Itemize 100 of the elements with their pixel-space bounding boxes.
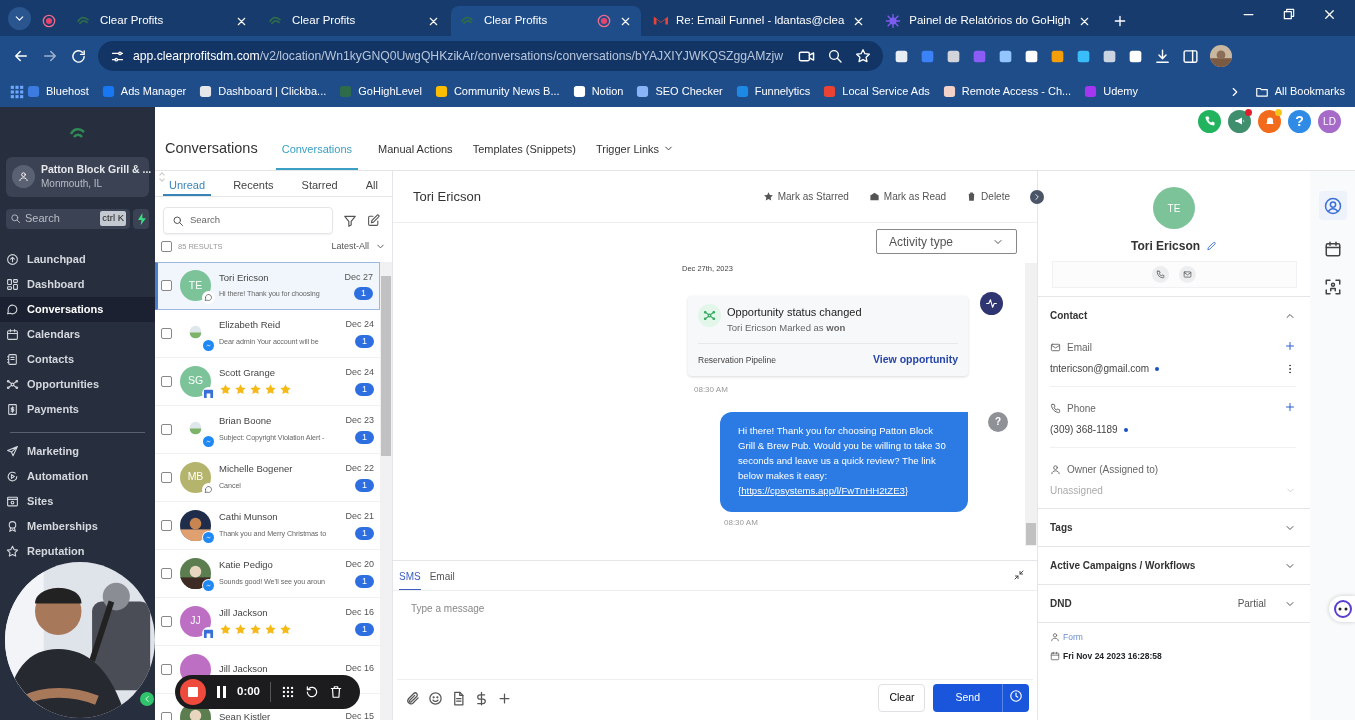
- filter-tab[interactable]: Recents: [227, 171, 280, 196]
- extension-icon[interactable]: [1024, 48, 1039, 64]
- nav-item[interactable]: Sites: [0, 488, 155, 514]
- dollar-icon[interactable]: [474, 690, 489, 706]
- header-tab[interactable]: Trigger Links: [595, 140, 675, 170]
- compose-icon[interactable]: [367, 214, 380, 227]
- calendar-icon[interactable]: [1323, 239, 1342, 258]
- browser-tab[interactable]: Clear Profits: [451, 6, 641, 36]
- bookmark-link[interactable]: Notion: [572, 83, 624, 100]
- email-button[interactable]: [1179, 266, 1196, 283]
- trash-icon[interactable]: [329, 685, 344, 699]
- section-header[interactable]: Active Campaigns / Workflows: [1050, 547, 1296, 584]
- bookmark-link[interactable]: GoHighLevel: [339, 83, 422, 100]
- chat-widget-button[interactable]: [1329, 596, 1355, 622]
- people-icon[interactable]: [1323, 277, 1342, 296]
- nav-item[interactable]: Memberships: [0, 513, 155, 539]
- action-link[interactable]: Mark as Starred: [762, 189, 849, 204]
- download-icon[interactable]: [1154, 47, 1171, 65]
- browser-tab[interactable]: Clear Profits: [67, 6, 257, 36]
- nav-item[interactable]: Contacts: [0, 346, 155, 372]
- address-bar[interactable]: app.clearprofitsdm.com/v2/location/Wn1kyGNQ0UwgQHKzikAr/conversations/conversations/bYAJXIYJWKQSZggAMzjw: [98, 41, 883, 71]
- filter-tab[interactable]: Starred: [295, 171, 344, 196]
- row-checkbox[interactable]: [161, 471, 172, 483]
- edit-icon[interactable]: [1206, 240, 1218, 252]
- nav-item[interactable]: Automation: [0, 463, 155, 489]
- restore-icon[interactable]: [1282, 6, 1296, 21]
- bookmark-link[interactable]: Remote Access - Ch...: [942, 83, 1072, 100]
- action-link[interactable]: Mark as Read: [868, 189, 947, 204]
- restart-icon[interactable]: [305, 685, 320, 699]
- bookmark-link[interactable]: SEO Checker: [636, 83, 723, 100]
- quick-action-button[interactable]: [133, 208, 149, 229]
- row-checkbox[interactable]: [161, 567, 172, 579]
- zoom-icon[interactable]: [827, 47, 843, 64]
- schedule-button[interactable]: [1002, 684, 1029, 712]
- bookmark-link[interactable]: Local Service Ads: [823, 83, 930, 100]
- search-field[interactable]: Search: [163, 207, 333, 234]
- extension-icon[interactable]: [1102, 48, 1117, 64]
- extension-icon[interactable]: [1050, 48, 1065, 64]
- scrollbar[interactable]: [380, 261, 392, 720]
- pause-icon[interactable]: [216, 686, 227, 698]
- clear-button[interactable]: Clear: [878, 684, 926, 712]
- extension-icon[interactable]: [894, 48, 909, 64]
- nav-item[interactable]: Marketing: [0, 438, 155, 464]
- tab-search-button[interactable]: [8, 6, 31, 30]
- extension-icon[interactable]: [1076, 48, 1091, 64]
- composer-tab[interactable]: Email: [429, 569, 455, 590]
- row-checkbox[interactable]: [161, 615, 172, 627]
- plus-icon[interactable]: [497, 690, 512, 706]
- stop-button[interactable]: [180, 679, 206, 705]
- emoji-icon[interactable]: [428, 690, 443, 706]
- nav-item[interactable]: Calendars: [0, 321, 155, 347]
- nav-item[interactable]: Conversations: [0, 296, 155, 322]
- user-avatar[interactable]: LD: [1318, 109, 1341, 133]
- document-icon[interactable]: [451, 690, 466, 706]
- row-checkbox[interactable]: [161, 375, 172, 387]
- bookmark-link[interactable]: Dashboard | Clickba...: [199, 83, 327, 100]
- bookmark-link[interactable]: Udemy: [1084, 83, 1139, 100]
- browser-tab[interactable]: Re: Email Funnel - ldantas@clea: [643, 6, 875, 36]
- nav-item[interactable]: Launchpad: [0, 246, 155, 272]
- section-header[interactable]: DND Partial: [1050, 585, 1296, 622]
- bookmark-link[interactable]: Community News B...: [434, 83, 560, 100]
- search-field[interactable]: Search ctrl K: [6, 208, 130, 229]
- scrollbar[interactable]: [1025, 263, 1037, 546]
- reload-icon[interactable]: [70, 47, 87, 65]
- bookmark-link[interactable]: All Bookmarks: [1254, 83, 1345, 100]
- bookmark-link[interactable]: Bluehost: [27, 83, 89, 100]
- source-link[interactable]: Form: [1063, 631, 1083, 644]
- phone-button[interactable]: [1198, 109, 1221, 133]
- message-link[interactable]: {https://cpsystems.app/l/FwTnHH2tZE3}: [738, 484, 909, 496]
- extension-icon[interactable]: [998, 48, 1013, 64]
- collapse-toggle[interactable]: [1030, 189, 1044, 204]
- bookmark-link[interactable]: Funnelytics: [735, 83, 811, 100]
- nav-item[interactable]: Dashboard: [0, 271, 155, 297]
- nav-item[interactable]: Reputation: [0, 538, 155, 564]
- nav-item[interactable]: Payments: [0, 396, 155, 422]
- header-tab[interactable]: Manual Actions: [378, 140, 453, 170]
- filter-icon[interactable]: [343, 213, 357, 228]
- select-all-checkbox[interactable]: [161, 241, 172, 253]
- filter-tab[interactable]: All: [359, 171, 384, 196]
- send-button[interactable]: Send: [933, 684, 1002, 712]
- notifications-button[interactable]: [1258, 109, 1281, 133]
- section-header[interactable]: Contact: [1050, 297, 1296, 334]
- extension-icon[interactable]: [946, 48, 961, 64]
- conversation-item[interactable]: SG Scott Grange Dec 24 1: [155, 357, 380, 406]
- composer-tab[interactable]: SMS: [399, 569, 421, 590]
- row-checkbox[interactable]: [161, 327, 172, 339]
- action-link[interactable]: Delete: [966, 189, 1010, 204]
- sort-dropdown[interactable]: Latest-All: [331, 240, 386, 254]
- grid-icon[interactable]: [281, 685, 296, 699]
- extension-icon[interactable]: [1128, 48, 1143, 64]
- collapse-icon[interactable]: [1013, 569, 1025, 581]
- browser-tab[interactable]: Clear Profits: [259, 6, 449, 36]
- help-button[interactable]: ?: [1288, 109, 1311, 133]
- row-checkbox[interactable]: [161, 663, 172, 675]
- bookmark-star-icon[interactable]: [855, 47, 871, 64]
- bookmark-link[interactable]: Ads Manager: [101, 83, 187, 100]
- row-checkbox[interactable]: [161, 280, 172, 291]
- nav-item[interactable]: Opportunities: [0, 371, 155, 397]
- add-icon[interactable]: [1284, 340, 1296, 352]
- section-header[interactable]: Tags: [1050, 509, 1296, 546]
